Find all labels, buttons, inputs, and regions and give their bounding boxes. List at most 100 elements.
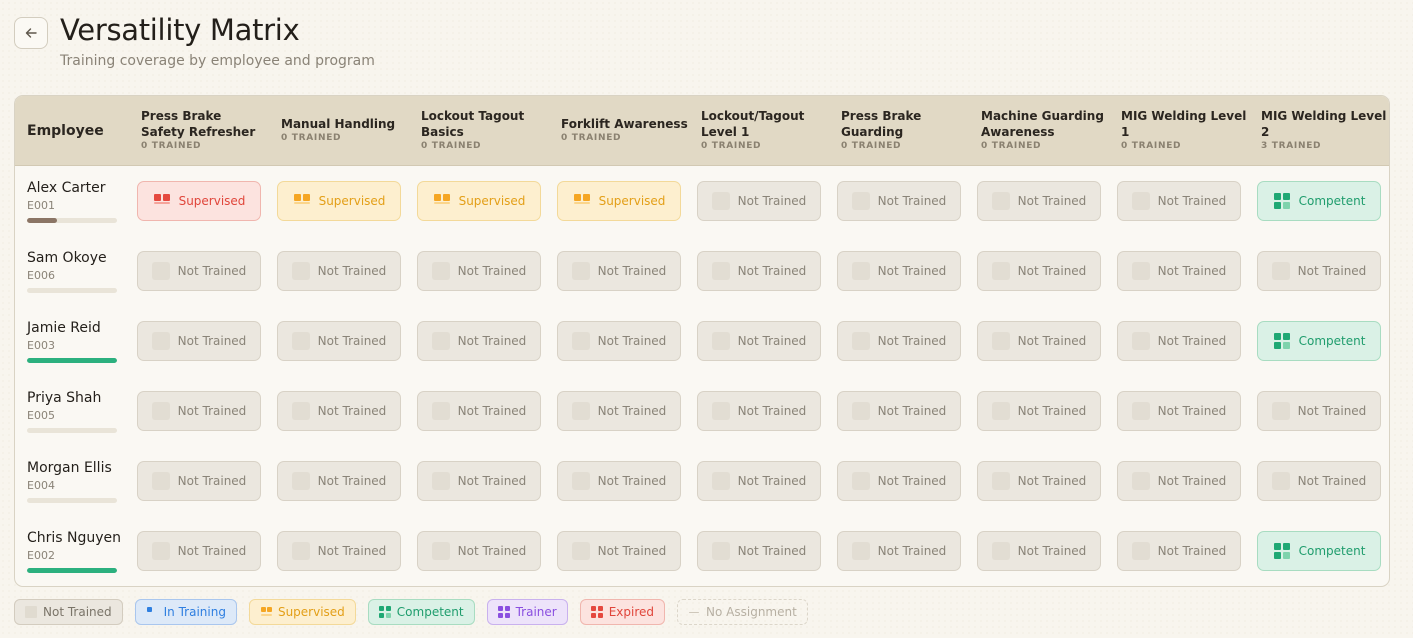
matrix-cell-not-trained[interactable]: Not Trained bbox=[137, 251, 261, 291]
matrix-cell-not-trained[interactable]: Not Trained bbox=[697, 321, 821, 361]
matrix-cell-not-trained[interactable]: Not Trained bbox=[277, 251, 401, 291]
not-trained-status-icon bbox=[991, 542, 1010, 560]
matrix-cell-not-trained[interactable]: Not Trained bbox=[137, 391, 261, 431]
matrix-cell-not-trained[interactable]: Not Trained bbox=[417, 251, 541, 291]
matrix-cell-not-trained[interactable]: Not Trained bbox=[837, 321, 961, 361]
matrix-cell-competent[interactable]: Competent bbox=[1257, 181, 1381, 221]
matrix-cell-competent[interactable]: Competent bbox=[1257, 321, 1381, 361]
supervised-swatch-icon bbox=[260, 606, 272, 618]
not-trained-status-icon bbox=[291, 542, 310, 560]
cell-status-label: Not Trained bbox=[1297, 404, 1367, 418]
matrix-cell-not-trained[interactable]: Not Trained bbox=[1117, 321, 1241, 361]
matrix-cell-not-trained[interactable]: Not Trained bbox=[977, 321, 1101, 361]
not-trained-status-icon bbox=[1131, 542, 1150, 560]
program-column-header[interactable]: Lockout/Tagout Level 1 0 TRAINED bbox=[701, 96, 831, 166]
matrix-cell-not-trained[interactable]: Not Trained bbox=[277, 461, 401, 501]
employee-name[interactable]: Sam Okoye bbox=[27, 250, 107, 266]
legend-item-supervised[interactable]: Supervised bbox=[248, 599, 356, 625]
matrix-cell-not-trained[interactable]: Not Trained bbox=[557, 461, 681, 501]
matrix-cell-supervised[interactable]: Supervised bbox=[277, 181, 401, 221]
matrix-cell-not-trained[interactable]: Not Trained bbox=[557, 321, 681, 361]
back-button[interactable] bbox=[14, 17, 48, 49]
employee-id: E006 bbox=[27, 269, 55, 282]
matrix-cell-not-trained[interactable]: Not Trained bbox=[1117, 391, 1241, 431]
matrix-cell-not-trained[interactable]: Not Trained bbox=[557, 531, 681, 571]
matrix-cell-not-trained[interactable]: Not Trained bbox=[277, 391, 401, 431]
legend-item-trainer[interactable]: Trainer bbox=[486, 599, 568, 625]
matrix-cell-not-trained[interactable]: Not Trained bbox=[837, 181, 961, 221]
not-trained-status-icon bbox=[851, 402, 870, 420]
employee-name[interactable]: Morgan Ellis bbox=[27, 460, 112, 476]
matrix-cell-not-trained[interactable]: Not Trained bbox=[697, 391, 821, 431]
matrix-cell-not-trained[interactable]: Not Trained bbox=[977, 391, 1101, 431]
matrix-cell-not-trained[interactable]: Not Trained bbox=[417, 531, 541, 571]
matrix-cell-not-trained[interactable]: Not Trained bbox=[697, 461, 821, 501]
legend-item-not-trained[interactable]: Not Trained bbox=[14, 599, 123, 625]
program-column-header[interactable]: Press Brake Guarding 0 TRAINED bbox=[841, 96, 971, 166]
program-column-header[interactable]: Lockout Tagout Basics 0 TRAINED bbox=[421, 96, 551, 166]
employee-name[interactable]: Alex Carter bbox=[27, 180, 106, 196]
not-trained-status-icon bbox=[711, 262, 730, 280]
not-trained-status-icon bbox=[851, 262, 870, 280]
legend-item-no-assignment[interactable]: No Assignment bbox=[677, 599, 808, 625]
matrix-cell-not-trained[interactable]: Not Trained bbox=[417, 321, 541, 361]
program-column-header[interactable]: Forklift Awareness 0 TRAINED bbox=[561, 96, 691, 166]
matrix-cell-not-trained[interactable]: Not Trained bbox=[977, 531, 1101, 571]
matrix-cell-not-trained[interactable]: Not Trained bbox=[1257, 461, 1381, 501]
matrix-cell-not-trained[interactable]: Not Trained bbox=[977, 251, 1101, 291]
matrix-cell-not-trained[interactable]: Not Trained bbox=[977, 461, 1101, 501]
matrix-cell-not-trained[interactable]: Not Trained bbox=[1257, 391, 1381, 431]
legend-item-competent[interactable]: Competent bbox=[367, 599, 475, 625]
matrix-cell-not-trained[interactable]: Not Trained bbox=[837, 391, 961, 431]
matrix-cell-not-trained[interactable]: Not Trained bbox=[557, 251, 681, 291]
employee-name[interactable]: Priya Shah bbox=[27, 390, 101, 406]
versatility-matrix-table: Employee Press Brake Safety Refresher 0 T… bbox=[14, 95, 1390, 587]
program-column-header[interactable]: MIG Welding Level 1 0 TRAINED bbox=[1121, 96, 1251, 166]
matrix-cell-not-trained[interactable]: Not Trained bbox=[977, 181, 1101, 221]
program-column-header[interactable]: MIG Welding Level 2 3 TRAINED bbox=[1261, 96, 1389, 166]
matrix-cell-supervised[interactable]: Supervised bbox=[557, 181, 681, 221]
legend-item-expired[interactable]: Expired bbox=[579, 599, 666, 625]
matrix-cell-competent[interactable]: Competent bbox=[1257, 531, 1381, 571]
not-trained-status-icon bbox=[151, 402, 170, 420]
cell-status-label: Competent bbox=[1298, 544, 1366, 558]
employee-id: E002 bbox=[27, 549, 55, 562]
matrix-cell-not-trained[interactable]: Not Trained bbox=[1117, 461, 1241, 501]
matrix-cell-not-trained[interactable]: Not Trained bbox=[277, 321, 401, 361]
matrix-cell-not-trained[interactable]: Not Trained bbox=[557, 391, 681, 431]
not-trained-swatch-icon bbox=[25, 606, 37, 618]
matrix-cell-not-trained[interactable]: Not Trained bbox=[697, 531, 821, 571]
program-column-header[interactable]: Machine Guarding Awareness 0 TRAINED bbox=[981, 96, 1111, 166]
coverage-progress-fill bbox=[27, 568, 117, 573]
employee-name[interactable]: Chris Nguyen bbox=[27, 530, 121, 546]
program-column-header[interactable]: Manual Handling 0 TRAINED bbox=[281, 96, 411, 166]
matrix-cell-not-trained[interactable]: Not Trained bbox=[1257, 251, 1381, 291]
matrix-cell-not-trained[interactable]: Not Trained bbox=[137, 321, 261, 361]
competent-swatch-icon bbox=[378, 606, 391, 618]
legend-item-in-training[interactable]: In Training bbox=[134, 599, 237, 625]
legend-label: Competent bbox=[396, 605, 464, 619]
matrix-cell-not-trained[interactable]: Not Trained bbox=[837, 251, 961, 291]
matrix-cell-not-trained[interactable]: Not Trained bbox=[277, 531, 401, 571]
coverage-progress-bar bbox=[27, 568, 117, 573]
matrix-cell-supervised[interactable]: Supervised bbox=[417, 181, 541, 221]
matrix-cell-not-trained[interactable]: Not Trained bbox=[417, 461, 541, 501]
matrix-cell-not-trained[interactable]: Not Trained bbox=[697, 251, 821, 291]
matrix-cell-not-trained[interactable]: Not Trained bbox=[837, 531, 961, 571]
matrix-cell-not-trained[interactable]: Not Trained bbox=[1117, 181, 1241, 221]
coverage-progress-bar bbox=[27, 428, 117, 433]
matrix-cell-not-trained[interactable]: Not Trained bbox=[1117, 251, 1241, 291]
cell-status-label: Not Trained bbox=[877, 544, 947, 558]
program-column-header[interactable]: Press Brake Safety Refresher 0 TRAINED bbox=[141, 96, 271, 166]
matrix-cell-not-trained[interactable]: Not Trained bbox=[837, 461, 961, 501]
employee-name[interactable]: Jamie Reid bbox=[27, 320, 101, 336]
cell-status-label: Not Trained bbox=[317, 474, 387, 488]
not-trained-status-icon bbox=[571, 262, 590, 280]
matrix-cell-not-trained[interactable]: Not Trained bbox=[697, 181, 821, 221]
matrix-cell-not-trained[interactable]: Not Trained bbox=[417, 391, 541, 431]
matrix-cell-expired-supervised[interactable]: Supervised bbox=[137, 181, 261, 221]
table-row: Morgan Ellis E004 Not Trained Not Trained No… bbox=[15, 446, 1389, 516]
matrix-cell-not-trained[interactable]: Not Trained bbox=[137, 461, 261, 501]
matrix-cell-not-trained[interactable]: Not Trained bbox=[137, 531, 261, 571]
matrix-cell-not-trained[interactable]: Not Trained bbox=[1117, 531, 1241, 571]
